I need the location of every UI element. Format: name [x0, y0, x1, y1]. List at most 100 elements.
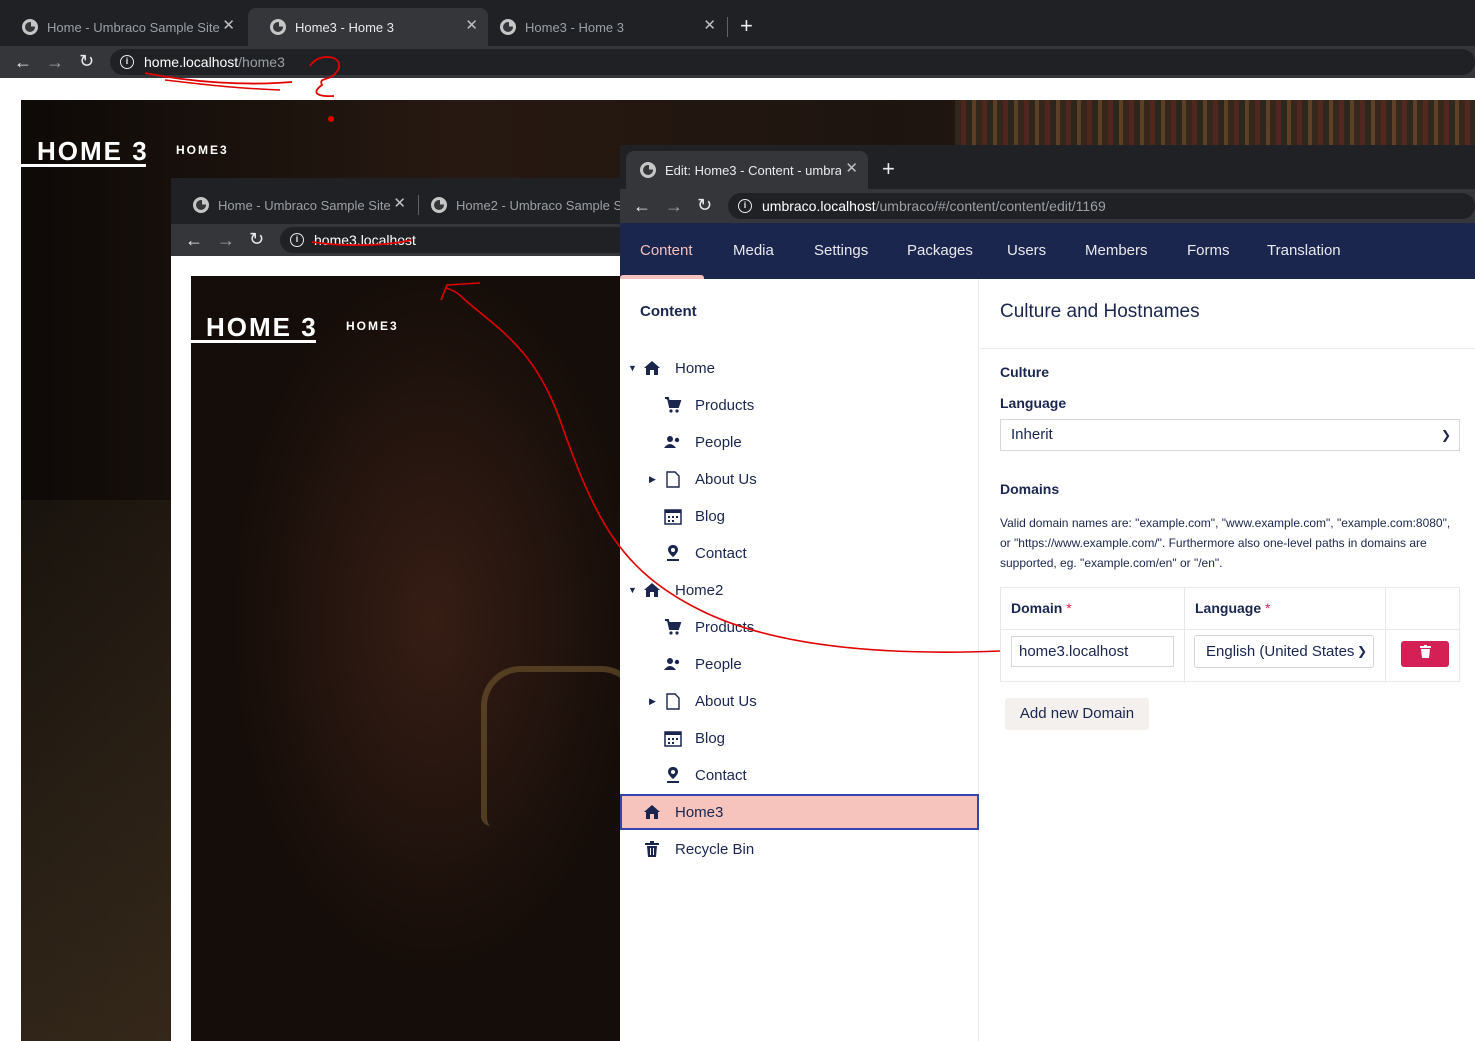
globe-icon	[640, 162, 656, 178]
forward-arrow-icon[interactable]: →	[217, 231, 235, 249]
panel-title: Culture and Hostnames	[1000, 301, 1200, 322]
culture-hostnames-panel: Culture and Hostnames Culture Language I…	[980, 279, 1475, 1041]
language-select-value: Inherit	[1011, 426, 1053, 443]
close-icon[interactable]: ✕	[222, 18, 235, 34]
caret-down-icon[interactable]: ▼	[628, 363, 637, 373]
front-browser-toolbar: ← → ↻ i umbraco.localhost /umbraco/#/con…	[620, 189, 1475, 223]
tree-item-about-us[interactable]: ▶ About Us	[620, 683, 979, 719]
middle-tab-1[interactable]: Home - Umbraco Sample Site ✕	[171, 186, 416, 224]
background-image	[21, 500, 171, 1041]
address-bar[interactable]: i umbraco.localhost /umbraco/#/content/c…	[728, 193, 1475, 219]
new-tab-icon[interactable]: +	[740, 15, 753, 37]
site-brand[interactable]: HOME 3	[37, 136, 149, 167]
nav-link-home3[interactable]: HOME3	[176, 143, 229, 157]
tree-item-contact[interactable]: Contact	[620, 757, 979, 793]
close-icon[interactable]: ✕	[465, 18, 478, 34]
section-packages[interactable]: Packages	[907, 223, 973, 279]
calendar-icon	[663, 506, 683, 526]
reload-icon[interactable]: ↻	[79, 52, 94, 70]
tree-item-label: People	[695, 433, 742, 451]
nav-link-home3[interactable]: HOME3	[346, 319, 399, 333]
section-content[interactable]: Content	[640, 223, 693, 279]
back-tab-1[interactable]: Home - Umbraco Sample Site ✕	[0, 8, 245, 46]
add-new-domain-button[interactable]: Add new Domain	[1005, 698, 1149, 730]
tree-item-recycle-bin[interactable]: Recycle Bin	[620, 831, 979, 867]
back-tab-3[interactable]: Home3 - Home 3 ✕	[478, 8, 726, 46]
tree-item-products[interactable]: Products	[620, 387, 979, 423]
tree-item-about-us[interactable]: ▶ About Us	[620, 461, 979, 497]
trash-icon	[1419, 645, 1431, 663]
tree-item-products[interactable]: Products	[620, 609, 979, 645]
language-select[interactable]: Inherit ❯	[1000, 419, 1460, 451]
tab-title: Home - Umbraco Sample Site	[218, 197, 391, 213]
reload-icon[interactable]: ↻	[697, 196, 712, 214]
domain-input[interactable]: home3.localhost	[1011, 636, 1174, 667]
tab-title: Home2 - Umbraco Sample Site	[456, 197, 631, 213]
globe-icon	[270, 19, 286, 35]
close-icon[interactable]: ✕	[393, 196, 406, 212]
url-host: home.localhost	[144, 54, 239, 70]
tree-item-blog[interactable]: Blog	[620, 498, 979, 534]
section-forms[interactable]: Forms	[1187, 223, 1230, 279]
forward-arrow-icon[interactable]: →	[46, 53, 64, 71]
tree-item-people[interactable]: People	[620, 646, 979, 682]
tree-item-home[interactable]: ▼ Home	[620, 350, 979, 386]
tree-item-label: About Us	[695, 470, 757, 488]
document-icon	[663, 469, 683, 489]
chevron-down-icon: ❯	[1440, 428, 1451, 442]
section-members[interactable]: Members	[1085, 223, 1148, 279]
address-bar[interactable]: i home3.localhost	[280, 227, 631, 253]
section-users[interactable]: Users	[1007, 223, 1046, 279]
new-tab-icon[interactable]: +	[882, 158, 895, 180]
people-icon	[663, 654, 683, 674]
calendar-icon	[663, 728, 683, 748]
domains-help-text: Valid domain names are: "example.com", "…	[1000, 516, 1451, 570]
tree-item-blog[interactable]: Blog	[620, 720, 979, 756]
address-bar[interactable]: i home.localhost /home3	[110, 49, 1475, 75]
tree-item-contact[interactable]: Contact	[620, 535, 979, 571]
tree-item-label: Contact	[695, 544, 747, 562]
section-media[interactable]: Media	[733, 223, 774, 279]
home-icon	[642, 358, 662, 378]
home-icon	[642, 580, 662, 600]
close-icon[interactable]: ✕	[845, 161, 858, 177]
tree-item-home3[interactable]: Home3	[620, 794, 979, 830]
section-settings[interactable]: Settings	[814, 223, 868, 279]
divider	[980, 348, 1475, 349]
tree-item-people[interactable]: People	[620, 424, 979, 460]
tree-item-home2[interactable]: ▼ Home2	[620, 572, 979, 608]
info-icon: i	[738, 199, 752, 213]
bookshelf-image	[955, 100, 1475, 145]
section-translation[interactable]: Translation	[1267, 223, 1341, 279]
globe-icon	[22, 19, 38, 35]
reload-icon[interactable]: ↻	[249, 230, 264, 248]
info-icon: i	[120, 55, 134, 69]
globe-icon	[193, 197, 209, 213]
table-divider	[1184, 588, 1185, 683]
tab-title: Home3 - Home 3	[295, 19, 394, 35]
back-arrow-icon[interactable]: ←	[14, 53, 32, 71]
front-tab-1[interactable]: Edit: Home3 - Content - umbraco ✕	[626, 151, 868, 189]
middle-browser-toolbar: ← → ↻ i home3.localhost	[171, 224, 631, 256]
back-arrow-icon[interactable]: ←	[633, 197, 651, 215]
language-label: Language	[1000, 395, 1067, 411]
column-header-domain: Domain *	[1011, 600, 1072, 616]
tree-item-label: About Us	[695, 692, 757, 710]
back-arrow-icon[interactable]: ←	[185, 231, 203, 249]
middle-tab-2[interactable]: Home2 - Umbraco Sample Site	[409, 186, 631, 224]
site-brand[interactable]: HOME 3	[206, 312, 318, 343]
domain-language-select[interactable]: English (United States) ❯	[1194, 635, 1374, 668]
brand-underline	[191, 340, 316, 343]
back-tab-2[interactable]: Home3 - Home 3 ✕	[248, 8, 488, 46]
caret-right-icon[interactable]: ▶	[649, 474, 656, 485]
delete-domain-button[interactable]	[1401, 641, 1449, 667]
umbraco-section-nav: Content Media Settings Packages Users Me…	[620, 223, 1475, 279]
close-icon[interactable]: ✕	[703, 18, 716, 34]
tab-title: Edit: Home3 - Content - umbraco	[665, 162, 841, 178]
chevron-down-icon: ❯	[1354, 636, 1367, 667]
caret-right-icon[interactable]: ▶	[649, 696, 656, 707]
url-host: home3.localhost	[314, 232, 416, 248]
forward-arrow-icon[interactable]: →	[665, 197, 683, 215]
caret-down-icon[interactable]: ▼	[628, 585, 637, 595]
domain-language-value: English (United States)	[1206, 643, 1360, 660]
